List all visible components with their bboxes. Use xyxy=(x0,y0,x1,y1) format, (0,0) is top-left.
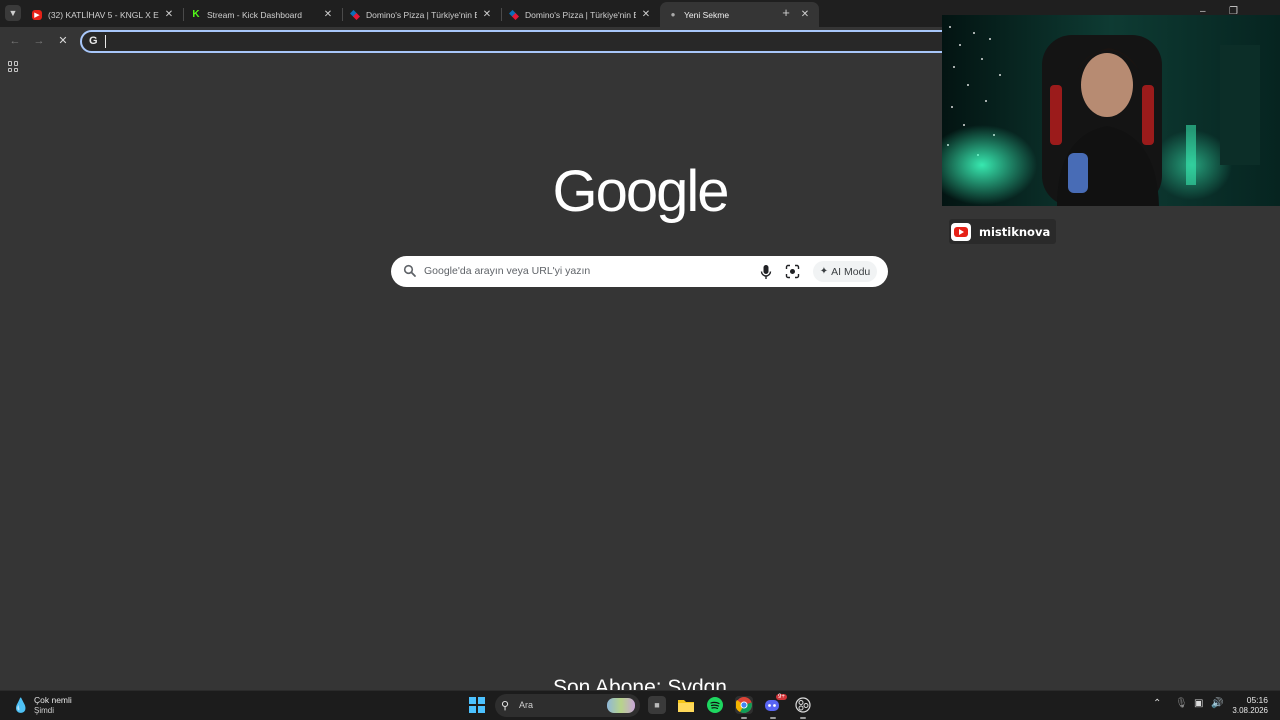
close-icon[interactable]: ✕ xyxy=(640,9,652,20)
file-explorer-icon[interactable] xyxy=(677,696,695,714)
webcam-overlay xyxy=(942,15,1280,206)
tab-list: ▶ (32) KATLİHAV 5 - KNGL X ERA ✕ K Strea… xyxy=(24,2,819,27)
new-tab-icon: ● xyxy=(670,10,676,19)
close-icon[interactable]: ✕ xyxy=(481,9,493,20)
app-indicator xyxy=(770,717,776,719)
youtube-icon: ▶ xyxy=(32,9,42,20)
dominos-icon xyxy=(350,9,360,20)
chevron-up-icon[interactable]: ⌃ xyxy=(1153,698,1161,709)
obs-icon[interactable] xyxy=(794,696,812,714)
close-icon[interactable]: ✕ xyxy=(163,9,175,20)
volume-icon[interactable]: 🔊 xyxy=(1211,698,1223,709)
google-lens-icon[interactable] xyxy=(785,264,800,279)
close-icon[interactable]: ✕ xyxy=(799,9,811,20)
microphone-icon[interactable] xyxy=(759,264,773,280)
search-placeholder: Google'da arayın veya URL'yi yazın xyxy=(424,265,591,277)
google-logo: Google xyxy=(552,159,729,224)
ai-mode-label: AI Modu xyxy=(831,265,871,278)
ai-search-icon: ✦ xyxy=(819,266,829,277)
search-icon: ⚲ xyxy=(501,700,510,712)
screen: ▼ ▶ (32) KATLİHAV 5 - KNGL X ERA ✕ K Str… xyxy=(0,0,1280,720)
address-bar[interactable]: G xyxy=(80,30,960,53)
tab-search-button[interactable]: ▼ xyxy=(5,5,21,21)
search-highlight-image xyxy=(607,698,635,713)
taskbar-time[interactable]: 05:16 xyxy=(1244,695,1268,705)
webcam-feed-image xyxy=(942,15,1280,206)
taskbar-date[interactable]: 3.08.2026 xyxy=(1224,706,1268,715)
ai-mode-button[interactable]: ✦ AI Modu xyxy=(813,261,877,282)
microphone-icon[interactable]: 🎙 xyxy=(1175,698,1188,709)
tab-title: Domino's Pizza | Türkiye'nin En xyxy=(366,9,477,20)
youtube-icon xyxy=(951,222,971,241)
tab-new-tab[interactable]: ● Yeni Sekme ✕ xyxy=(660,2,819,27)
google-g-icon: G xyxy=(89,35,98,47)
tab-youtube[interactable]: ▶ (32) KATLİHAV 5 - KNGL X ERA ✕ xyxy=(24,2,183,27)
tab-dominos-1[interactable]: Domino's Pizza | Türkiye'nin En ✕ xyxy=(342,2,501,27)
channel-name: mistiknova xyxy=(979,224,1051,239)
chrome-icon[interactable] xyxy=(735,696,753,714)
app-indicator xyxy=(800,717,806,719)
weather-time[interactable]: Şimdi xyxy=(34,706,54,715)
channel-badge: mistiknova xyxy=(949,219,1057,244)
dominos-icon xyxy=(509,9,519,20)
forward-arrow-icon[interactable]: → xyxy=(31,33,47,49)
tab-title: Domino's Pizza | Türkiye'nin En xyxy=(525,9,636,20)
humidity-drop-icon[interactable]: 💧 xyxy=(12,697,29,714)
taskbar-search[interactable]: ⚲ Ara xyxy=(495,694,640,717)
chevron-down-icon: ▼ xyxy=(8,8,18,18)
discord-notification-badge: 9+ xyxy=(776,694,787,700)
task-view-icon[interactable]: ■ xyxy=(648,696,666,714)
tab-title: Stream - Kick Dashboard xyxy=(207,9,302,20)
tab-title: (32) KATLİHAV 5 - KNGL X ERA xyxy=(48,9,159,20)
spotify-icon[interactable] xyxy=(706,696,724,714)
windows-start-icon[interactable] xyxy=(469,697,485,713)
weather-condition[interactable]: Çok nemli xyxy=(34,695,72,705)
taskbar-search-label: Ara xyxy=(519,700,534,710)
search-icon xyxy=(403,264,416,277)
close-icon[interactable]: ✕ xyxy=(322,9,334,20)
tab-kick-dashboard[interactable]: K Stream - Kick Dashboard ✕ xyxy=(183,2,342,27)
new-tab-button[interactable]: + xyxy=(779,6,793,20)
kick-icon: K xyxy=(192,9,200,20)
text-caret xyxy=(105,35,106,48)
apps-grid-icon[interactable] xyxy=(8,61,19,72)
windows-taskbar: 💧 Çok nemli Şimdi ⚲ Ara ■ 9+ ⌃ 🎙 ▣ 🔊 05:… xyxy=(0,690,1280,720)
network-icon[interactable]: ▣ xyxy=(1194,698,1203,709)
stop-loading-icon[interactable]: ✕ xyxy=(55,33,71,49)
active-app-indicator xyxy=(741,717,747,719)
back-arrow-icon[interactable]: ← xyxy=(7,33,23,49)
tab-dominos-2[interactable]: Domino's Pizza | Türkiye'nin En ✕ xyxy=(501,2,660,27)
google-search-box[interactable]: Google'da arayın veya URL'yi yazın ✦ AI … xyxy=(391,256,888,287)
